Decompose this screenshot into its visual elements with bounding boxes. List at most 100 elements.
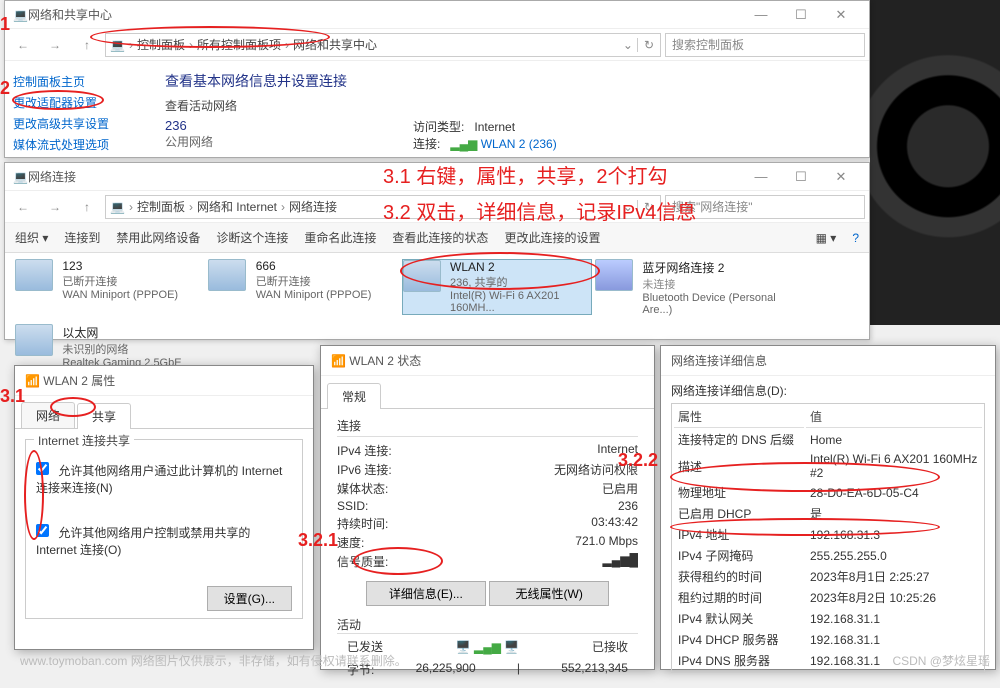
tab-network[interactable]: 网络: [21, 402, 75, 428]
section-label: 查看活动网络: [165, 97, 859, 114]
details-table: 属性 值 连接特定的 DNS 后缀Home描述Intel(R) Wi-Fi 6 …: [672, 404, 984, 673]
help-icon[interactable]: ?: [852, 231, 859, 245]
detail-value: 是: [806, 504, 982, 523]
maximize-button[interactable]: ☐: [781, 1, 821, 29]
tab-sharing[interactable]: 共享: [77, 403, 131, 429]
wireless-props-button[interactable]: 无线属性(W): [489, 581, 609, 606]
minimize-button[interactable]: —: [741, 163, 781, 191]
toolbar-rename[interactable]: 重命名此连接: [304, 229, 376, 246]
detail-key: IPv4 WINS 服务器: [674, 672, 804, 673]
toolbar-change[interactable]: 更改此连接的设置: [504, 229, 600, 246]
up-button[interactable]: ↑: [73, 33, 101, 57]
forward-button[interactable]: →: [41, 195, 69, 219]
status-value: 已启用: [447, 480, 638, 497]
connection-item-selected[interactable]: WLAN 2 236, 共享的 Intel(R) Wi-Fi 6 AX201 1…: [402, 259, 592, 315]
table-row[interactable]: 描述Intel(R) Wi-Fi 6 AX201 160MHz #2: [674, 451, 982, 481]
conn-device: WAN Miniport (PPPOE): [256, 289, 396, 301]
detail-value: 2023年8月1日 2:25:27: [806, 567, 982, 586]
page-headline: 查看基本网络信息并设置连接: [165, 71, 859, 91]
connection-icon: [595, 259, 633, 291]
dialog-wlan-properties: 📶 WLAN 2 属性 网络 共享 Internet 连接共享 允许其他网络用户…: [14, 365, 314, 650]
recv-label: 已接收: [592, 638, 628, 655]
table-row[interactable]: IPv4 WINS 服务器: [674, 672, 982, 673]
connection-item[interactable]: 123 已断开连接 WAN Miniport (PPPOE): [15, 259, 205, 301]
toolbar-disable[interactable]: 禁用此网络设备: [116, 229, 200, 246]
section-connection: 连接: [337, 417, 638, 434]
status-key: 速度:: [337, 534, 447, 551]
details-subtitle: 网络连接详细信息(D):: [671, 382, 985, 399]
checkbox-allow-share[interactable]: [36, 462, 49, 475]
table-row[interactable]: 已启用 DHCP是: [674, 504, 982, 523]
search-input[interactable]: 搜索"网络连接": [665, 195, 865, 219]
breadcrumb-icon: 💻: [110, 38, 125, 52]
dialog-connection-details: 网络连接详细信息 网络连接详细信息(D): 属性 值 连接特定的 DNS 后缀H…: [660, 345, 996, 670]
col-property: 属性: [674, 406, 804, 428]
breadcrumb-item[interactable]: 网络和共享中心: [293, 36, 377, 53]
table-row[interactable]: IPv4 默认网关192.168.31.1: [674, 609, 982, 628]
breadcrumb-item[interactable]: 控制面板: [137, 36, 185, 53]
detail-value: 28-D0-EA-6D-05-C4: [806, 483, 982, 502]
connection-icon: [15, 324, 53, 356]
sidebar-advanced-sharing[interactable]: 更改高级共享设置: [13, 115, 137, 132]
checkbox-allow-control[interactable]: [36, 524, 49, 537]
window-title: 网络连接: [28, 168, 741, 185]
conn-name: 以太网: [62, 324, 202, 341]
conn-device: Intel(R) Wi-Fi 6 AX201 160MH...: [450, 290, 590, 314]
table-row[interactable]: 连接特定的 DNS 后缀Home: [674, 430, 982, 449]
toolbar-organize[interactable]: 组织 ▾: [15, 229, 48, 246]
detail-key: IPv4 地址: [674, 525, 804, 544]
up-button[interactable]: ↑: [73, 195, 101, 219]
breadcrumb[interactable]: 💻› 控制面板› 网络和 Internet› 网络连接 ⌄↻: [105, 195, 661, 219]
breadcrumb-item[interactable]: 所有控制面板项: [197, 36, 281, 53]
status-value: ▂▄▆█: [447, 553, 638, 570]
conn-link[interactable]: WLAN 2 (236): [481, 137, 557, 151]
detail-key: 描述: [674, 451, 804, 481]
signal-icon: ▂▄▆: [450, 137, 477, 151]
status-value: 236: [447, 499, 638, 513]
decorative-lens-image: [870, 0, 1000, 325]
tab-general[interactable]: 常规: [327, 383, 381, 409]
back-button[interactable]: ←: [9, 195, 37, 219]
table-row[interactable]: 获得租约的时间2023年8月1日 2:25:27: [674, 567, 982, 586]
sidebar-home[interactable]: 控制面板主页: [13, 73, 137, 90]
minimize-button[interactable]: —: [741, 1, 781, 29]
details-button[interactable]: 详细信息(E)...: [366, 581, 486, 606]
conn-name: WLAN 2: [450, 260, 590, 274]
tab-row: 常规: [321, 382, 654, 409]
sidebar-media-streaming[interactable]: 媒体流式处理选项: [13, 136, 137, 153]
breadcrumb[interactable]: 💻 › 控制面板 › 所有控制面板项 › 网络和共享中心 ⌄↻: [105, 33, 661, 57]
forward-button[interactable]: →: [41, 33, 69, 57]
back-button[interactable]: ←: [9, 33, 37, 57]
table-row[interactable]: IPv4 地址192.168.31.3: [674, 525, 982, 544]
detail-value: Home: [806, 430, 982, 449]
network-name: 236: [165, 118, 213, 133]
access-value: Internet: [474, 120, 515, 134]
status-key: 持续时间:: [337, 515, 447, 532]
connection-item[interactable]: 666 已断开连接 WAN Miniport (PPPOE): [208, 259, 398, 301]
table-row[interactable]: IPv4 子网掩码255.255.255.0: [674, 546, 982, 565]
breadcrumb-item[interactable]: 网络连接: [289, 198, 337, 215]
view-icon[interactable]: ▦ ▾: [816, 231, 837, 245]
conn-status: 未识别的网络: [62, 341, 202, 357]
table-row[interactable]: 物理地址28-D0-EA-6D-05-C4: [674, 483, 982, 502]
maximize-button[interactable]: ☐: [781, 163, 821, 191]
close-button[interactable]: ✕: [821, 163, 861, 191]
table-row[interactable]: IPv4 DHCP 服务器192.168.31.1: [674, 630, 982, 649]
close-button[interactable]: ✕: [821, 1, 861, 29]
toolbar-diagnose[interactable]: 诊断这个连接: [216, 229, 288, 246]
toolbar-connect[interactable]: 连接到: [64, 229, 100, 246]
status-key: IPv6 连接:: [337, 461, 447, 478]
conn-name: 123: [62, 259, 202, 273]
address-bar: ← → ↑ 💻› 控制面板› 网络和 Internet› 网络连接 ⌄↻ 搜索"…: [5, 191, 869, 223]
breadcrumb-item[interactable]: 网络和 Internet: [197, 198, 277, 215]
app-icon: 💻: [13, 170, 28, 184]
wifi-icon: 📶: [25, 374, 40, 388]
connection-item[interactable]: 蓝牙网络连接 2 未连接 Bluetooth Device (Personal …: [595, 259, 785, 316]
search-input[interactable]: 搜索控制面板: [665, 33, 865, 57]
settings-button[interactable]: 设置(G)...: [207, 586, 292, 611]
table-row[interactable]: 租约过期的时间2023年8月2日 10:25:26: [674, 588, 982, 607]
toolbar-status[interactable]: 查看此连接的状态: [392, 229, 488, 246]
sidebar: 控制面板主页 更改适配器设置 更改高级共享设置 媒体流式处理选项: [5, 61, 145, 165]
sidebar-change-adapter[interactable]: 更改适配器设置: [13, 94, 137, 111]
breadcrumb-item[interactable]: 控制面板: [137, 198, 185, 215]
